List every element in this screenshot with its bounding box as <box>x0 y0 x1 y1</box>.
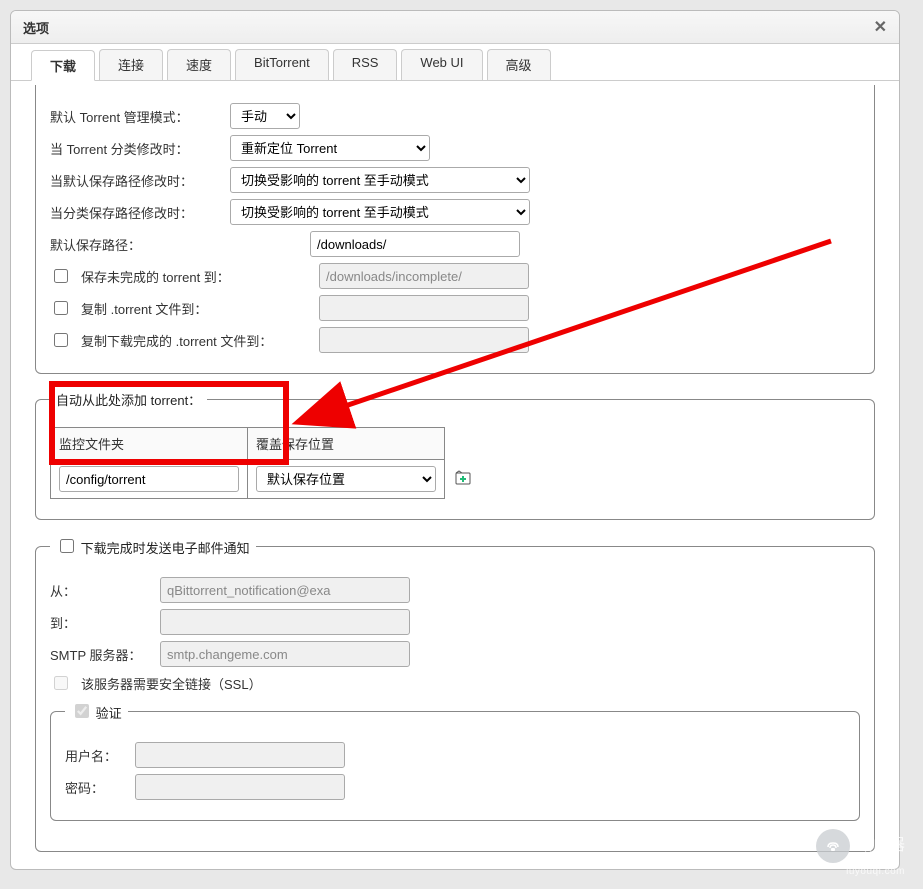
save-incomplete-checkbox[interactable] <box>54 269 68 283</box>
email-auth-section: 验证 用户名： 密码： <box>50 701 860 821</box>
email-legend: 下载完成时发送电子邮件通知 <box>50 536 256 557</box>
email-to-input <box>160 609 410 635</box>
watermark-brand: 路由器 <box>857 837 905 854</box>
tab-connection[interactable]: 连接 <box>99 49 163 80</box>
default-save-path-label: 默认保存路径： <box>50 235 300 254</box>
tab-download[interactable]: 下载 <box>31 50 95 81</box>
email-from-label: 从： <box>50 581 150 600</box>
watch-folder-legend: 自动从此处添加 torrent： <box>50 390 207 409</box>
save-incomplete-input <box>319 263 529 289</box>
copy-completed-input <box>319 327 529 353</box>
save-incomplete-label: 保存未完成的 torrent 到： <box>81 267 309 286</box>
watch-folder-input[interactable] <box>59 466 239 492</box>
tab-speed[interactable]: 速度 <box>167 49 231 80</box>
dialog-body[interactable]: 默认 Torrent 管理模式： 手动 当 Torrent 分类修改时： 重新定… <box>11 81 899 870</box>
email-section: 下载完成时发送电子邮件通知 从： 到： SMTP 服务器： 该服务器需要安全链接… <box>35 536 875 852</box>
category-change-label: 当 Torrent 分类修改时： <box>50 139 220 158</box>
watermark-url: luyouqi.com <box>846 866 905 877</box>
copy-completed-label: 复制下载完成的 .torrent 文件到： <box>81 331 309 350</box>
auth-user-label: 用户名： <box>65 746 125 765</box>
default-mgmt-label: 默认 Torrent 管理模式： <box>50 107 220 126</box>
email-from-input <box>160 577 410 603</box>
email-auth-legend: 验证 <box>65 701 128 722</box>
email-smtp-label: SMTP 服务器： <box>50 645 150 664</box>
copy-torrent-label: 复制 .torrent 文件到： <box>81 299 309 318</box>
watch-folder-section: 自动从此处添加 torrent： 监控文件夹 覆盖保存位置 默认保存位置 <box>35 390 875 520</box>
category-change-select[interactable]: 重新定位 Torrent <box>230 135 430 161</box>
tab-bar: 下载 连接 速度 BitTorrent RSS Web UI 高级 <box>11 44 899 81</box>
watch-col-folder: 监控文件夹 <box>51 428 248 460</box>
watermark: 路由器 luyouqi.com <box>816 829 905 877</box>
copy-torrent-input <box>319 295 529 321</box>
copy-completed-checkbox[interactable] <box>54 333 68 347</box>
exec-legend: Torrent 完成时运行外部程序 <box>50 868 247 870</box>
category-path-change-label: 当分类保存路径修改时： <box>50 203 220 222</box>
watch-col-override: 覆盖保存位置 <box>248 428 445 460</box>
close-icon[interactable]: ✕ <box>874 17 887 37</box>
default-save-path-input[interactable] <box>310 231 520 257</box>
email-ssl-label: 该服务器需要安全链接（SSL） <box>81 674 262 693</box>
dialog-window: 选项 ✕ 下载 连接 速度 BitTorrent RSS Web UI 高级 默… <box>10 10 900 870</box>
default-path-change-select[interactable]: 切换受影响的 torrent 至手动模式 <box>230 167 530 193</box>
email-ssl-checkbox <box>54 676 68 690</box>
tab-bittorrent[interactable]: BitTorrent <box>235 49 329 80</box>
watermark-logo-icon <box>816 829 850 863</box>
email-auth-checkbox <box>75 704 89 718</box>
copy-torrent-checkbox[interactable] <box>54 301 68 315</box>
email-enable-checkbox[interactable] <box>60 539 74 553</box>
default-mgmt-select[interactable]: 手动 <box>230 103 300 129</box>
dialog-title: 选项 <box>23 18 49 37</box>
tab-webui[interactable]: Web UI <box>401 49 482 80</box>
tab-rss[interactable]: RSS <box>333 49 398 80</box>
watch-folder-table: 监控文件夹 覆盖保存位置 默认保存位置 <box>50 427 445 499</box>
auth-user-input <box>135 742 345 768</box>
category-path-change-select[interactable]: 切换受影响的 torrent 至手动模式 <box>230 199 530 225</box>
email-smtp-input <box>160 641 410 667</box>
tab-advanced[interactable]: 高级 <box>487 49 551 80</box>
email-legend-text: 下载完成时发送电子邮件通知 <box>81 541 250 556</box>
email-to-label: 到： <box>50 613 150 632</box>
title-bar: 选项 ✕ <box>11 11 899 44</box>
default-path-change-label: 当默认保存路径修改时： <box>50 171 220 190</box>
management-section: 默认 Torrent 管理模式： 手动 当 Torrent 分类修改时： 重新定… <box>35 85 875 374</box>
watch-override-select[interactable]: 默认保存位置 <box>256 466 436 492</box>
table-header-row: 监控文件夹 覆盖保存位置 <box>51 428 445 460</box>
auth-pass-label: 密码： <box>65 778 125 797</box>
table-row: 默认保存位置 <box>51 460 445 499</box>
add-watch-folder-icon[interactable] <box>455 470 471 499</box>
exec-section: Torrent 完成时运行外部程序 支持的参数（区分大小写）： <box>35 868 875 870</box>
email-auth-legend-text: 验证 <box>96 706 122 721</box>
auth-pass-input <box>135 774 345 800</box>
